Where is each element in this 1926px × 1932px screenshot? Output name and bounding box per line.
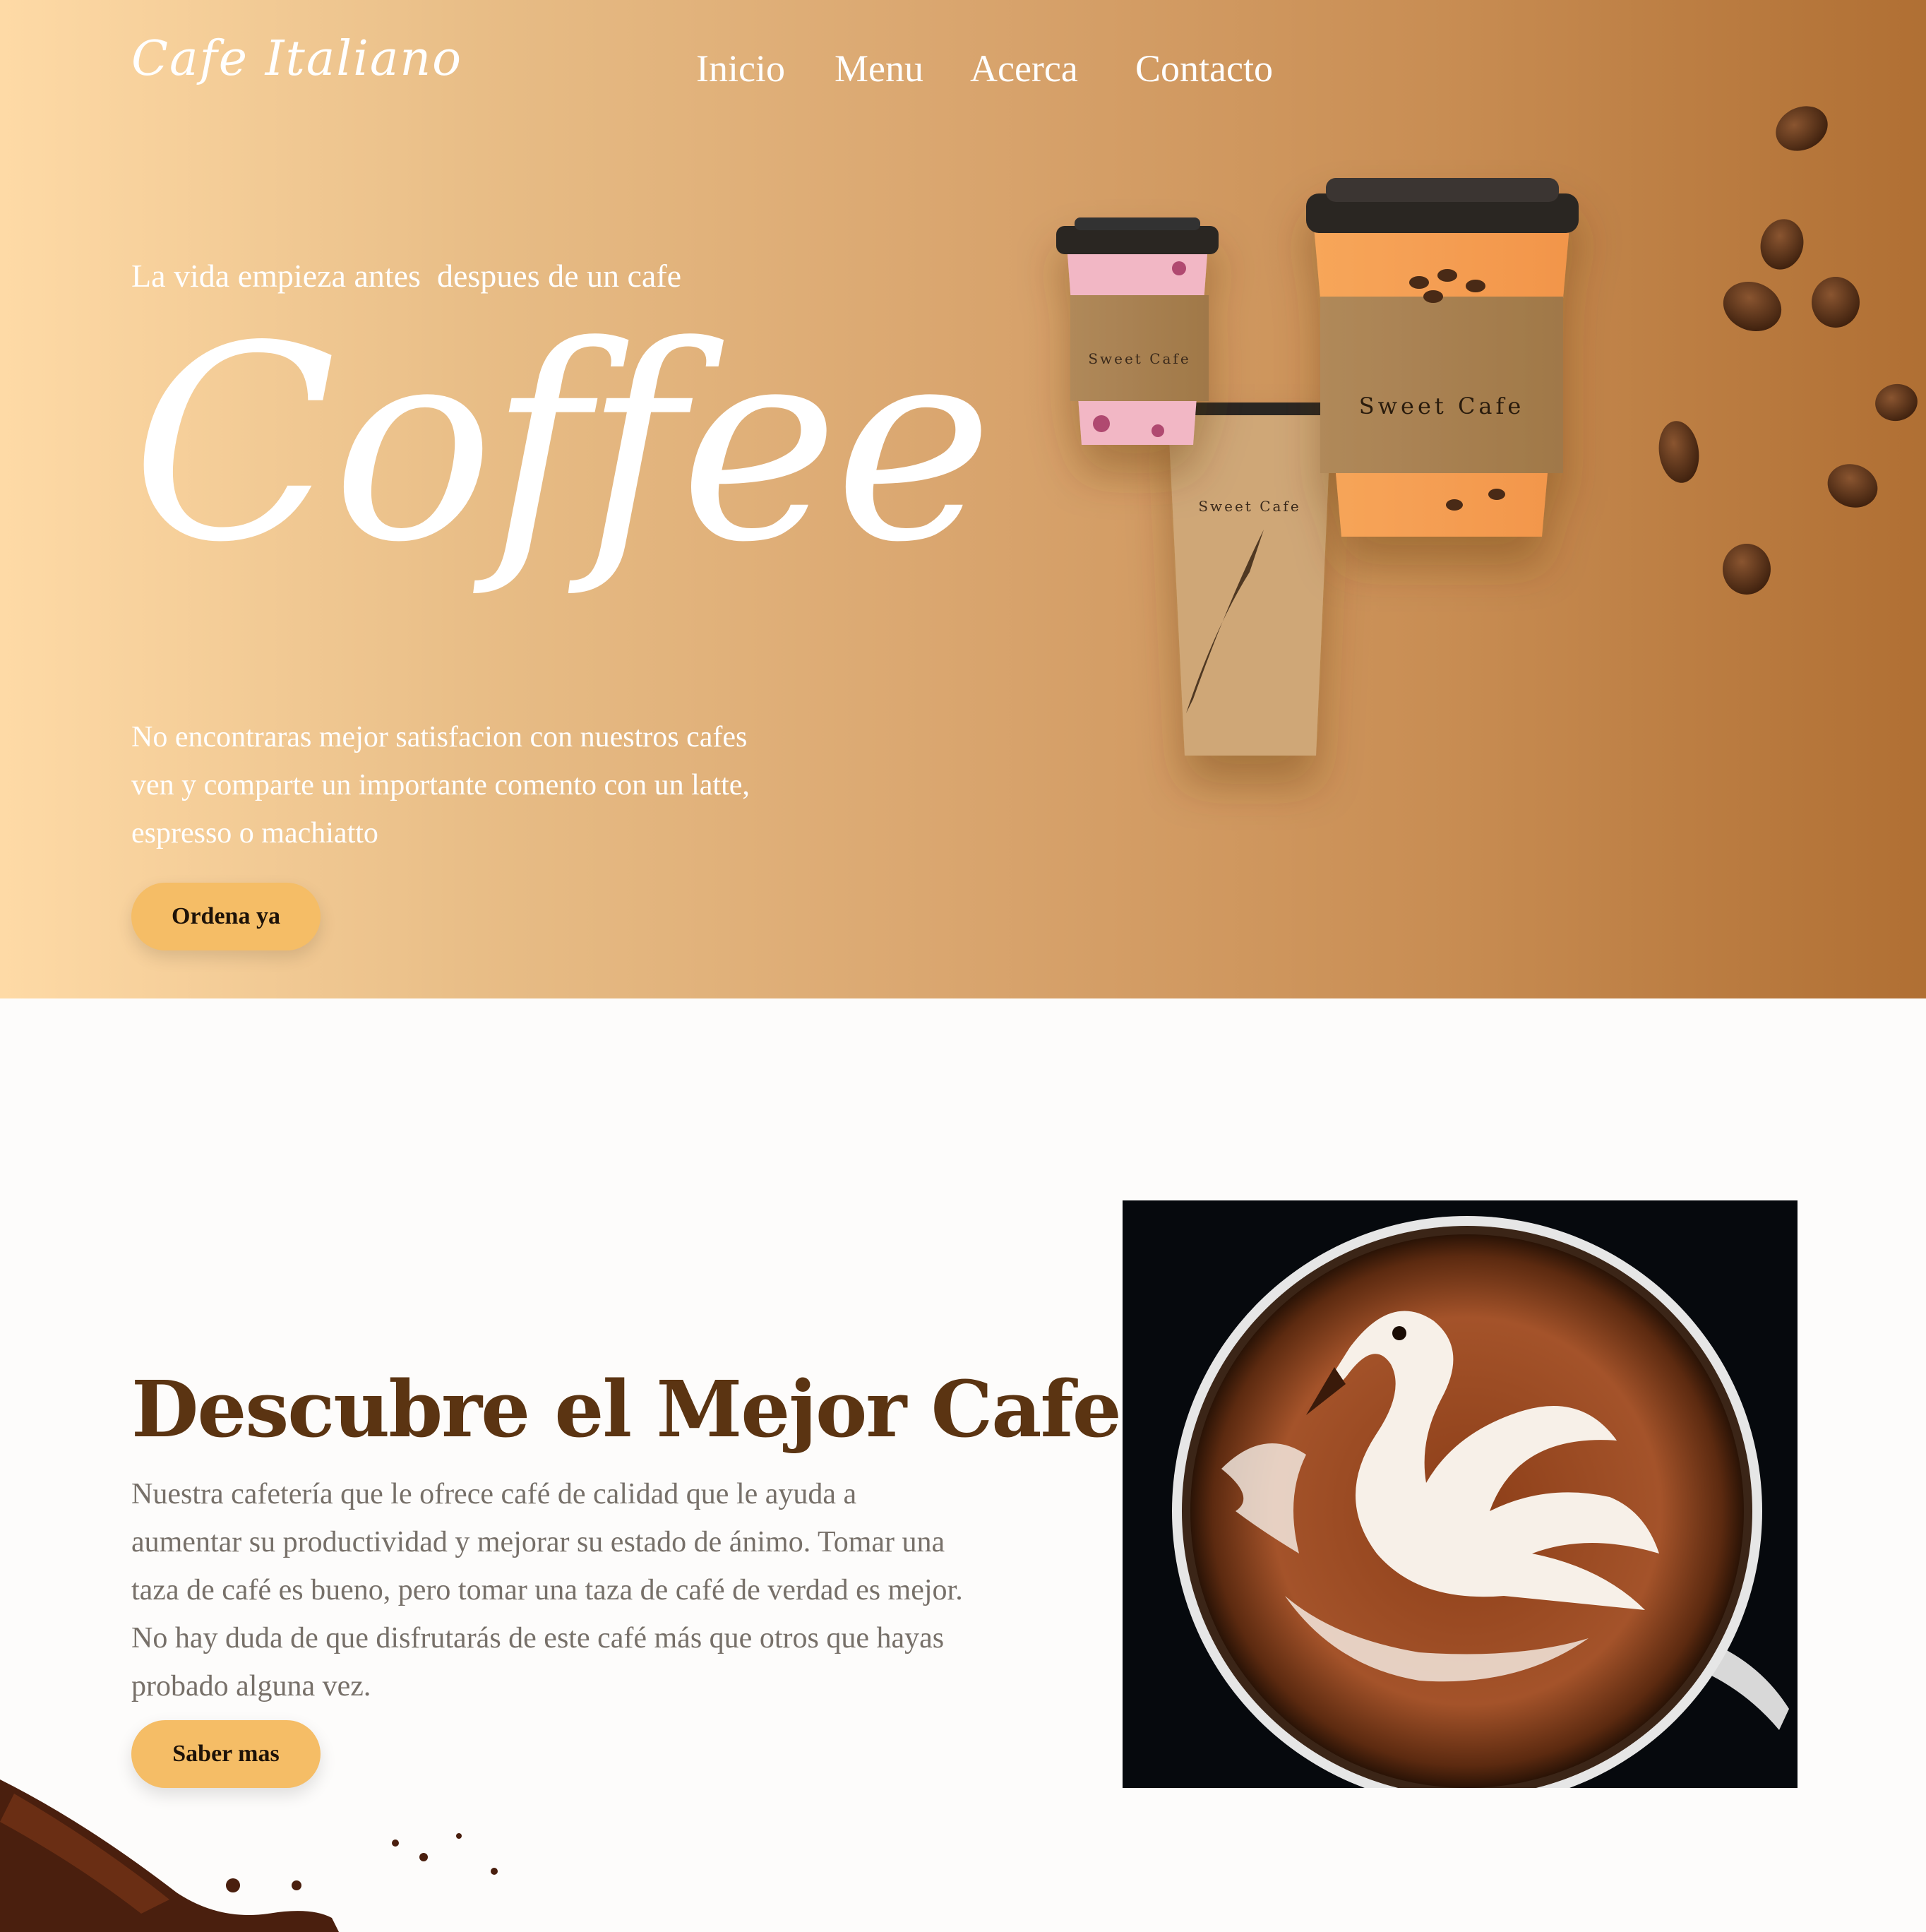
chocolate-splash-decoration — [0, 1779, 498, 1932]
nav-item-acerca[interactable]: Acerca — [970, 47, 1078, 90]
nav-item-inicio[interactable]: Inicio — [696, 47, 785, 90]
discover-title: Descubre el Mejor Cafe — [131, 1364, 1122, 1455]
orange-cup-shape: Sweet Cafe — [1306, 178, 1579, 537]
tan-cup-shape: Sweet Cafe — [1162, 402, 1337, 756]
latte-art-swan-image — [1123, 1200, 1798, 1788]
discover-body: Nuestra cafetería que le ofrece café de … — [131, 1478, 963, 1703]
nav-item-contacto[interactable]: Contacto — [1135, 47, 1273, 90]
hero-description: No encontraras mejor satisfacion con nue… — [131, 721, 750, 849]
learn-more-button[interactable]: Saber mas — [131, 1720, 321, 1788]
coffee-cups-illustration: Sweet Cafe Sweet Cafe Sweet Cafe — [1056, 106, 1918, 756]
pink-cup-brand: Sweet Cafe — [1088, 350, 1190, 367]
orange-cup-brand: Sweet Cafe — [1359, 393, 1525, 419]
coffee-beans — [1658, 106, 1918, 595]
tan-cup-brand: Sweet Cafe — [1198, 498, 1300, 515]
hero-headline: Coffee — [131, 288, 993, 601]
hero-section: Cafe Italiano Inicio Menu Acerca Contact… — [0, 0, 1926, 998]
nav-item-menu[interactable]: Menu — [835, 47, 923, 90]
order-now-button[interactable]: Ordena ya — [131, 883, 321, 950]
pink-cup-shape: Sweet Cafe — [1056, 217, 1219, 445]
